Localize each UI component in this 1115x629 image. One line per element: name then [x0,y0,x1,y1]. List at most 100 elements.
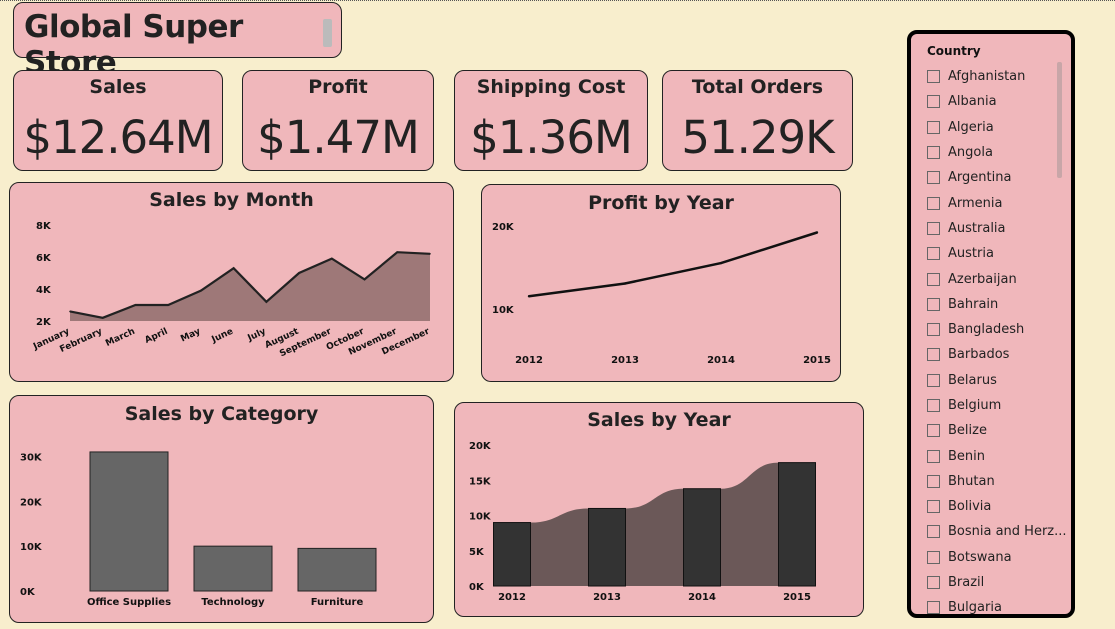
chart-card-sales-by-year[interactable]: Sales by Year 0K 5K 10K 15K 20K 2012 2013 2014 2… [454,402,864,617]
chart-card-profit-by-year[interactable]: Profit by Year 20K 10K 2012 2013 2014 2015 [481,184,841,382]
checkbox[interactable] [927,601,940,614]
slicer-item-belarus[interactable]: Belarus [927,368,1067,393]
slicer-item-australia[interactable]: Australia [927,216,1067,241]
kpi-value: $1.47M [257,111,420,164]
kpi-value: 51.29K [681,111,834,164]
chart-card-sales-by-month[interactable]: Sales by Month 2K 4K 6K 8K January February Ma… [9,182,454,382]
slicer-item-bhutan[interactable]: Bhutan [927,469,1067,494]
bar-2014 [683,488,721,587]
y-tick-label: 8K [36,221,52,232]
slicer-item-bangladesh[interactable]: Bangladesh [927,317,1067,342]
y-tick-label: 20K [492,222,515,233]
checkbox[interactable] [927,272,940,286]
slicer-item-albania[interactable]: Albania [927,89,1067,114]
y-tick-label: 20K [20,497,43,508]
x-tick-label: 2014 [707,355,735,366]
profit-by-year-chart: 20K 10K 2012 2013 2014 2015 [492,222,831,366]
kpi-label: Profit [308,76,368,98]
y-tick-label: 0K [20,587,36,598]
checkbox[interactable] [927,323,940,337]
slicer-item-belgium[interactable]: Belgium [927,393,1067,418]
slicer-item-label: Brazil [948,575,985,591]
slicer-item-bahrain[interactable]: Bahrain [927,292,1067,317]
checkbox[interactable] [927,348,940,362]
x-tick-label: June [210,327,235,346]
checkbox[interactable] [927,95,940,109]
slicer-item-label: Australia [948,220,1006,236]
slicer-item-afghanistan[interactable]: Afghanistan [927,64,1067,89]
kpi-value: $1.36M [470,111,633,164]
slicer-scrollbar[interactable] [1057,62,1062,178]
x-tick-label: 2015 [803,355,831,366]
slicer-item-label: Belarus [948,372,997,388]
x-tick-label: 2014 [688,592,716,603]
title-accent-bar [323,19,332,47]
slicer-item-benin[interactable]: Benin [927,443,1067,468]
data-point [69,310,71,313]
kpi-card-total-orders[interactable]: Total Orders 51.29K [662,70,853,171]
slicer-item-algeria[interactable]: Algeria [927,115,1067,140]
checkbox[interactable] [927,373,940,387]
checkbox[interactable] [927,247,940,261]
x-tick-label: Furniture [311,597,364,608]
x-tick-label: 2012 [515,355,543,366]
slicer-item-label: Bulgaria [948,600,1002,616]
bar-furniture [297,547,377,592]
kpi-label: Total Orders [691,76,824,98]
slicer-item-label: Armenia [948,195,1003,211]
y-tick-label: 2K [36,317,52,328]
x-tick-label: Technology [201,597,265,608]
slicer-item-bosnia-and-herz-[interactable]: Bosnia and Herz... [927,519,1067,544]
kpi-card-profit[interactable]: Profit $1.47M [242,70,434,171]
slicer-item-brazil[interactable]: Brazil [927,570,1067,595]
slicer-item-angola[interactable]: Angola [927,140,1067,165]
checkbox[interactable] [927,424,940,438]
checkbox[interactable] [927,70,940,84]
slicer-title: Country [927,44,981,58]
checkbox[interactable] [927,196,940,210]
slicer-item-bulgaria[interactable]: Bulgaria [927,595,1067,616]
checkbox[interactable] [927,171,940,185]
data-point [396,251,399,253]
x-tick-label: March [104,327,137,349]
slicer-item-barbados[interactable]: Barbados [927,342,1067,367]
x-tick-label: 2013 [611,355,639,366]
checkbox[interactable] [927,221,940,235]
slicer-item-argentina[interactable]: Argentina [927,165,1067,190]
data-point [429,253,431,255]
checkbox[interactable] [927,576,940,590]
checkbox[interactable] [927,474,940,488]
slicer-item-label: Afghanistan [948,69,1026,85]
slicer-list[interactable]: Afghanistan Albania Algeria Angola Argentina… [927,64,1067,616]
slicer-item-bolivia[interactable]: Bolivia [927,494,1067,519]
slicer-item-label: Bahrain [948,296,999,312]
checkbox[interactable] [927,500,940,514]
checkbox[interactable] [927,449,940,463]
checkbox[interactable] [927,550,940,564]
kpi-label: Sales [89,76,147,98]
slicer-item-austria[interactable]: Austria [927,241,1067,266]
slicer-item-azerbaijan[interactable]: Azerbaijan [927,266,1067,291]
country-slicer[interactable]: Country Afghanistan Albania Algeria Angola A… [907,30,1075,618]
y-tick-label: 10K [20,542,43,553]
data-point [363,278,366,281]
slicer-item-label: Angola [948,145,993,161]
chart-card-sales-by-category[interactable]: Sales by Category 0K 10K 20K 30K Office Supp… [9,395,434,623]
bar-office-supplies [89,451,169,592]
checkbox[interactable] [927,297,940,311]
checkbox[interactable] [927,399,940,412]
slicer-item-belize[interactable]: Belize [927,418,1067,443]
x-tick-label: 2015 [783,592,811,603]
data-point [167,304,169,306]
kpi-card-shipping-cost[interactable]: Shipping Cost $1.36M [454,70,648,171]
checkbox[interactable] [927,120,940,134]
x-tick-label: May [179,327,202,345]
slicer-item-botswana[interactable]: Botswana [927,545,1067,570]
checkbox[interactable] [927,146,940,160]
y-tick-label: 10K [492,305,515,316]
checkbox[interactable] [927,525,940,539]
slicer-item-armenia[interactable]: Armenia [927,190,1067,215]
bar-2012 [493,522,531,587]
sales-by-month-chart: 2K4K6K8KJanuaryFebruary March April May June… [31,221,432,359]
kpi-card-sales[interactable]: Sales $12.64M [13,70,223,171]
